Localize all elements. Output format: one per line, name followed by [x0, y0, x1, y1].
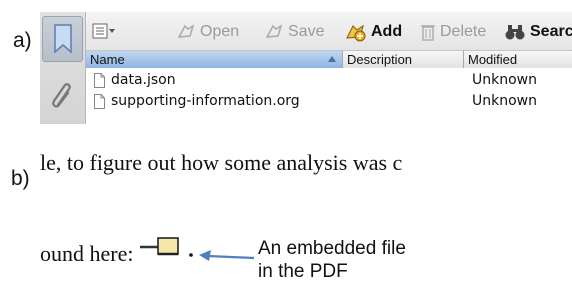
add-button[interactable]: Add — [345, 21, 402, 43]
delete-button[interactable]: Delete — [420, 21, 486, 43]
save-icon — [265, 24, 283, 38]
column-header-description[interactable]: Description — [343, 51, 464, 68]
file-modified: Unknown — [472, 93, 537, 109]
list-view-icon — [92, 23, 115, 39]
document-text-line: ound here: — [40, 241, 134, 266]
open-button[interactable]: Open — [176, 21, 239, 43]
file-icon — [94, 93, 105, 109]
file-icon — [94, 72, 105, 88]
trash-icon — [421, 25, 435, 41]
add-attachment-icon — [345, 24, 366, 42]
panel-a-label: a) — [13, 29, 32, 52]
save-label: Save — [288, 23, 325, 40]
sidebar-tab-attachments[interactable] — [42, 74, 83, 118]
panel-b-label: b) — [11, 167, 30, 190]
attachments-panel: Open Save Add Delete Searc Name Descript… — [40, 12, 572, 124]
bookmark-icon — [53, 24, 72, 54]
table-row[interactable]: supporting-information.org Unknown — [86, 92, 572, 112]
search-label: Search — [530, 23, 572, 40]
paperclip-icon — [51, 83, 71, 108]
file-name: data.json — [111, 72, 176, 88]
column-header-name[interactable]: Name — [86, 51, 343, 68]
column-header-modified[interactable]: Modified — [464, 51, 572, 68]
sort-ascending-icon — [328, 56, 336, 62]
toolbar: Open Save Add Delete Searc — [86, 12, 572, 51]
table-header: Name Description Modified — [86, 51, 572, 68]
file-name: supporting-information.org — [111, 93, 300, 109]
save-button[interactable]: Save — [264, 21, 324, 43]
delete-label: Delete — [440, 23, 487, 40]
embedded-file-icon[interactable] — [138, 234, 198, 260]
attachments-table: Name Description Modified data.json Unkn… — [86, 51, 572, 124]
open-icon — [177, 24, 195, 38]
arrow-icon — [199, 250, 255, 261]
search-button[interactable]: Search — [504, 21, 572, 43]
sidebar-tab-bookmarks[interactable] — [42, 16, 83, 62]
sidebar — [40, 12, 86, 124]
view-menu-button[interactable] — [92, 22, 116, 40]
binoculars-icon — [505, 25, 525, 40]
file-modified: Unknown — [472, 72, 537, 88]
add-label: Add — [371, 23, 403, 40]
callout-annotation: An embedded file in the PDF — [258, 238, 406, 282]
open-label: Open — [200, 23, 240, 40]
document-text-line: le, to figure out how some analysis was … — [40, 150, 403, 175]
table-row[interactable]: data.json Unknown — [86, 71, 572, 91]
